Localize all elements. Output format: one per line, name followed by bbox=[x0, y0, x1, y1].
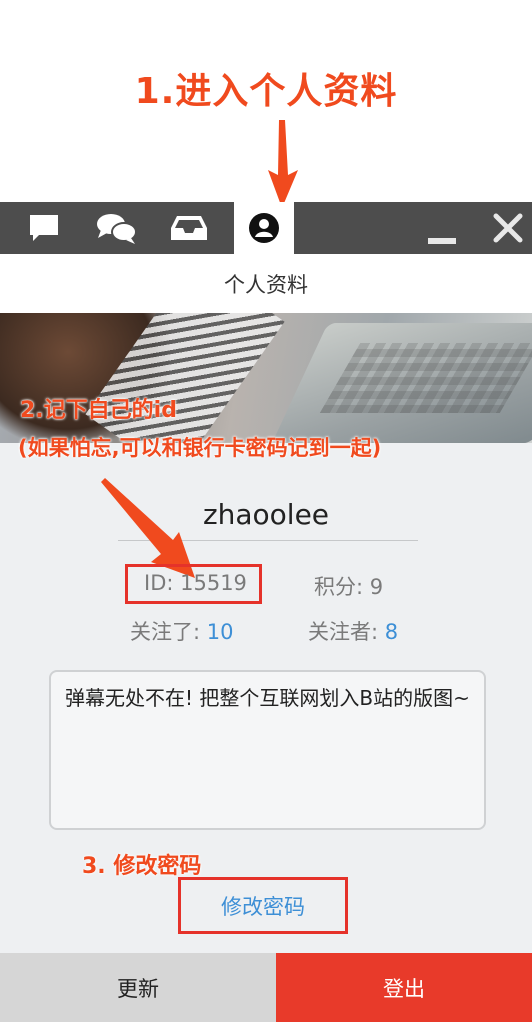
annotation-id-highlight bbox=[125, 564, 262, 604]
tab-inbox[interactable] bbox=[154, 202, 224, 254]
annotation-step-2-note: (如果怕忘,可以和银行卡密码记到一起) bbox=[18, 436, 382, 460]
logout-button[interactable]: 登出 bbox=[276, 953, 532, 1022]
followers-count[interactable]: 8 bbox=[385, 620, 398, 644]
inbox-icon bbox=[171, 216, 207, 240]
page-title: 个人资料 bbox=[0, 254, 532, 314]
annotation-arrow-1 bbox=[268, 120, 298, 208]
close-button[interactable] bbox=[486, 202, 530, 254]
tab-conversations[interactable] bbox=[88, 202, 146, 254]
signature-textarea[interactable]: 弹幕无处不在! 把整个互联网划入B站的版图~ bbox=[49, 670, 486, 830]
points-value: 9 bbox=[369, 575, 384, 599]
points-stat: 积分: 9 bbox=[314, 571, 383, 601]
chat-bubble-icon bbox=[30, 215, 58, 241]
close-icon bbox=[493, 213, 523, 243]
tab-messages[interactable] bbox=[0, 202, 88, 254]
annotation-step-3: 3. 修改密码 bbox=[82, 854, 202, 879]
points-label: 积分: bbox=[314, 575, 370, 599]
following-label: 关注了: bbox=[130, 620, 207, 644]
chats-icon bbox=[97, 214, 137, 244]
annotation-password-highlight bbox=[178, 877, 348, 934]
following-stat[interactable]: 关注了: 10 bbox=[130, 616, 234, 646]
annotation-step-2: 2.记下自己的id bbox=[20, 398, 177, 423]
annotation-step-1: 1.进入个人资料 bbox=[134, 71, 398, 112]
minimize-button[interactable] bbox=[420, 202, 464, 254]
username: zhaoolee bbox=[202, 498, 330, 531]
followers-stat[interactable]: 关注者: 8 bbox=[308, 616, 398, 646]
minimize-icon bbox=[428, 238, 456, 244]
tab-profile[interactable] bbox=[234, 202, 294, 254]
followers-label: 关注者: bbox=[308, 620, 385, 644]
following-count[interactable]: 10 bbox=[207, 620, 234, 644]
refresh-button[interactable]: 更新 bbox=[0, 953, 276, 1022]
top-toolbar bbox=[0, 202, 532, 254]
user-icon bbox=[249, 213, 279, 243]
